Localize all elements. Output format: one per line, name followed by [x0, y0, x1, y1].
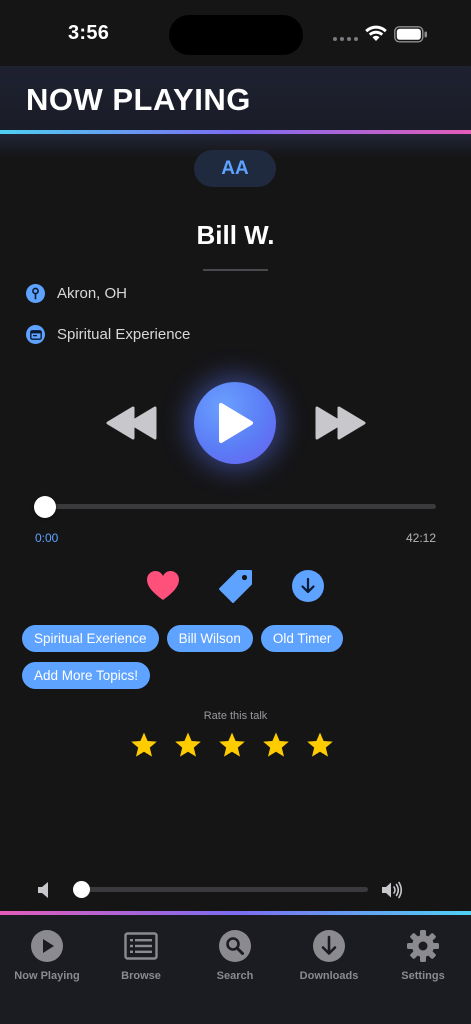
fast-forward-button[interactable]: [314, 404, 366, 442]
tab-label: Browse: [121, 970, 161, 982]
tab-settings[interactable]: Settings: [376, 928, 470, 982]
star-3-icon[interactable]: [218, 731, 246, 759]
font-size-button[interactable]: AA: [194, 150, 276, 187]
location-row: Akron, OH: [26, 284, 127, 303]
tab-browse[interactable]: Browse: [94, 928, 188, 982]
page-title: NOW PLAYING: [26, 82, 251, 117]
rating-stars: [130, 731, 334, 759]
total-duration: 42:12: [405, 531, 436, 545]
elapsed-time: 0:00: [35, 531, 59, 545]
battery-icon: [394, 26, 427, 43]
location-pin-icon: [26, 284, 45, 303]
play-circle-icon: [29, 928, 65, 964]
dynamic-island: [169, 15, 303, 55]
tab-label: Search: [216, 970, 254, 982]
volume-low-icon: [38, 882, 48, 898]
star-1-icon[interactable]: [130, 731, 158, 759]
volume-slider-thumb[interactable]: [73, 881, 90, 898]
star-4-icon[interactable]: [262, 731, 290, 759]
progress-slider-track[interactable]: [44, 504, 436, 509]
add-topics-button[interactable]: Add More Topics!: [22, 662, 151, 689]
topic-chip[interactable]: Bill Wilson: [166, 625, 253, 652]
wifi-icon: [365, 25, 387, 41]
category-icon: [26, 325, 45, 344]
cellular-signal-icon: [333, 37, 358, 41]
tab-label: Now Playing: [14, 970, 80, 982]
status-time: 3:56: [68, 22, 110, 44]
speaker-name: Bill W.: [196, 220, 275, 250]
star-5-icon[interactable]: [306, 731, 334, 759]
volume-high-icon: [382, 881, 403, 899]
list-icon: [123, 928, 159, 964]
tab-now-playing[interactable]: Now Playing: [0, 928, 94, 982]
progress-slider-thumb[interactable]: [34, 496, 56, 518]
speaker-divider: [203, 269, 268, 271]
volume-slider-track[interactable]: [80, 887, 368, 892]
gear-icon: [405, 928, 441, 964]
tag-button[interactable]: [218, 568, 254, 604]
tab-search[interactable]: Search: [188, 928, 282, 982]
rate-label: Rate this talk: [203, 710, 268, 722]
rewind-button[interactable]: [106, 404, 158, 442]
topic-chips: Spiritual Exerience Bill Wilson Old Time…: [22, 625, 452, 689]
location-text: Akron, OH: [57, 285, 128, 302]
download-icon: [311, 928, 347, 964]
category-row: Spiritual Experience: [26, 325, 190, 344]
play-icon: [219, 403, 253, 443]
category-text: Spiritual Experience: [57, 326, 191, 343]
topic-chip[interactable]: Old Timer: [260, 625, 344, 652]
favorite-heart-button[interactable]: [146, 570, 180, 602]
tab-label: Settings: [401, 970, 445, 982]
tab-label: Downloads: [299, 970, 359, 982]
search-icon: [217, 928, 253, 964]
topic-chip[interactable]: Spiritual Exerience: [22, 625, 159, 652]
play-button[interactable]: [194, 382, 276, 464]
star-2-icon[interactable]: [174, 731, 202, 759]
tab-downloads[interactable]: Downloads: [282, 928, 376, 982]
download-button[interactable]: [292, 570, 324, 602]
download-arrow-icon: [301, 577, 315, 594]
